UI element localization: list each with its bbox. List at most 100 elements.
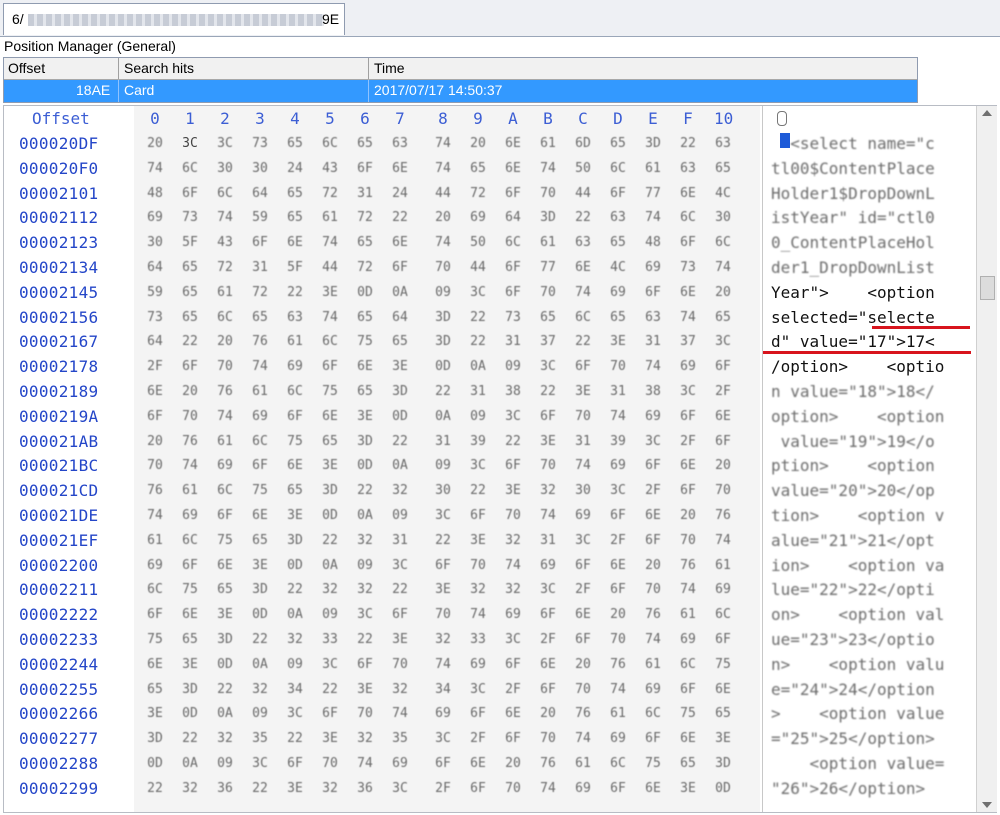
hex-byte[interactable]: 6F xyxy=(605,582,631,597)
hex-byte[interactable]: 3C xyxy=(570,533,596,548)
hex-byte[interactable]: 70 xyxy=(430,260,456,275)
hex-byte[interactable]: 69 xyxy=(605,285,631,300)
hex-byte[interactable]: 74 xyxy=(352,756,378,771)
hex-byte[interactable]: 20 xyxy=(142,434,168,449)
hex-byte[interactable]: 0A xyxy=(212,706,238,721)
hex-byte[interactable]: 3C xyxy=(710,334,736,349)
hex-byte[interactable]: 6F xyxy=(177,359,203,374)
hex-byte[interactable]: 75 xyxy=(675,706,701,721)
hex-byte[interactable]: 3D xyxy=(247,582,273,597)
hex-byte[interactable]: 22 xyxy=(465,334,491,349)
hex-byte[interactable]: 6F xyxy=(675,235,701,250)
hex-byte[interactable]: 6C xyxy=(570,310,596,325)
hex-byte[interactable]: 3D xyxy=(142,731,168,746)
hex-byte[interactable]: 6E xyxy=(675,458,701,473)
hex-byte[interactable]: 6F xyxy=(710,359,736,374)
hex-byte[interactable]: 61 xyxy=(212,285,238,300)
hex-byte[interactable]: 64 xyxy=(500,210,526,225)
hex-byte[interactable]: 0A xyxy=(282,607,308,622)
hex-byte[interactable]: 75 xyxy=(352,334,378,349)
hex-byte[interactable]: 6F xyxy=(282,756,308,771)
hex-byte[interactable]: 0D xyxy=(430,359,456,374)
hex-byte[interactable]: 0A xyxy=(352,508,378,523)
hex-byte[interactable]: 31 xyxy=(247,260,273,275)
hex-byte[interactable]: 09 xyxy=(430,458,456,473)
hex-byte[interactable]: 22 xyxy=(465,483,491,498)
hex-byte[interactable]: 74 xyxy=(535,508,561,523)
hex-byte[interactable]: 2F xyxy=(430,781,456,796)
hex-byte[interactable]: 6F xyxy=(710,434,736,449)
hex-byte[interactable]: 77 xyxy=(535,260,561,275)
hex-byte[interactable]: 48 xyxy=(640,235,666,250)
hex-byte[interactable]: 09 xyxy=(352,558,378,573)
hex-byte[interactable]: 20 xyxy=(212,334,238,349)
hex-byte[interactable]: 0D xyxy=(247,607,273,622)
hex-byte[interactable]: 32 xyxy=(352,731,378,746)
hex-byte[interactable]: 3C xyxy=(465,285,491,300)
hex-byte[interactable]: 09 xyxy=(317,607,343,622)
hex-byte[interactable]: 74 xyxy=(317,235,343,250)
hex-byte[interactable]: 72 xyxy=(465,186,491,201)
hex-byte[interactable]: 6F xyxy=(317,706,343,721)
hex-byte[interactable]: 65 xyxy=(247,533,273,548)
hex-byte[interactable]: 76 xyxy=(640,607,666,622)
hex-byte[interactable]: 3D xyxy=(352,434,378,449)
hex-byte[interactable]: 6E xyxy=(282,458,308,473)
hex-byte[interactable]: 6E xyxy=(675,186,701,201)
hex-byte[interactable]: 65 xyxy=(605,136,631,151)
hex-byte[interactable]: 6C xyxy=(177,161,203,176)
hex-byte[interactable]: 0A xyxy=(430,409,456,424)
hex-byte[interactable]: 69 xyxy=(465,210,491,225)
hex-byte[interactable]: 74 xyxy=(640,632,666,647)
hex-byte[interactable]: 3E xyxy=(352,409,378,424)
hex-byte[interactable]: 3E xyxy=(675,781,701,796)
hex-byte[interactable]: 61 xyxy=(247,384,273,399)
hex-byte[interactable]: 22 xyxy=(352,483,378,498)
hex-byte[interactable]: 30 xyxy=(142,235,168,250)
hex-byte[interactable]: 6C xyxy=(247,434,273,449)
hex-byte[interactable]: 22 xyxy=(387,582,413,597)
hex-byte[interactable]: 64 xyxy=(387,310,413,325)
hex-byte[interactable]: 61 xyxy=(282,334,308,349)
hex-byte[interactable]: 0A xyxy=(387,285,413,300)
hex-byte[interactable]: 63 xyxy=(605,210,631,225)
hex-view[interactable]: Offset 000020DF 000020F0 00002101 00002112 0… xyxy=(3,105,997,813)
hex-byte[interactable]: 74 xyxy=(142,508,168,523)
hex-byte[interactable]: 75 xyxy=(640,756,666,771)
hex-byte[interactable]: 32 xyxy=(177,781,203,796)
hex-byte[interactable]: 2F xyxy=(535,632,561,647)
hex-byte[interactable]: 59 xyxy=(247,210,273,225)
hex-byte[interactable]: 6E xyxy=(387,161,413,176)
hex-byte[interactable]: 3E xyxy=(212,607,238,622)
hex-byte[interactable]: 74 xyxy=(710,533,736,548)
hex-byte[interactable]: 72 xyxy=(352,210,378,225)
hex-byte[interactable]: 6F xyxy=(570,632,596,647)
hex-byte[interactable]: 65 xyxy=(710,161,736,176)
hex-byte[interactable]: 3E xyxy=(352,682,378,697)
hex-byte[interactable]: 20 xyxy=(640,558,666,573)
hex-byte[interactable]: 32 xyxy=(387,682,413,697)
hex-byte[interactable]: 3E xyxy=(535,434,561,449)
hex-byte[interactable]: 6F xyxy=(605,781,631,796)
hex-byte[interactable]: 24 xyxy=(387,186,413,201)
hex-byte[interactable]: 3E xyxy=(282,781,308,796)
hex-byte[interactable]: 6C xyxy=(675,657,701,672)
hex-byte[interactable]: 65 xyxy=(605,235,631,250)
hex-byte[interactable]: 09 xyxy=(282,657,308,672)
hex-byte[interactable]: 6F xyxy=(535,682,561,697)
hex-byte[interactable]: 48 xyxy=(142,186,168,201)
hex-byte[interactable]: 2F xyxy=(605,533,631,548)
hex-byte[interactable]: 3E xyxy=(177,657,203,672)
hex-byte[interactable]: 6C xyxy=(177,533,203,548)
hex-byte[interactable]: 3C xyxy=(465,458,491,473)
hex-byte[interactable]: 63 xyxy=(387,136,413,151)
hex-byte[interactable]: 50 xyxy=(465,235,491,250)
hex-byte[interactable]: 69 xyxy=(142,558,168,573)
hex-byte[interactable]: 22 xyxy=(247,781,273,796)
hex-byte[interactable]: 76 xyxy=(675,558,701,573)
hex-byte[interactable]: 65 xyxy=(352,235,378,250)
hex-byte[interactable]: 70 xyxy=(430,607,456,622)
hex-byte[interactable]: 74 xyxy=(640,210,666,225)
hex-byte[interactable]: 73 xyxy=(675,260,701,275)
hex-byte[interactable]: 20 xyxy=(430,210,456,225)
